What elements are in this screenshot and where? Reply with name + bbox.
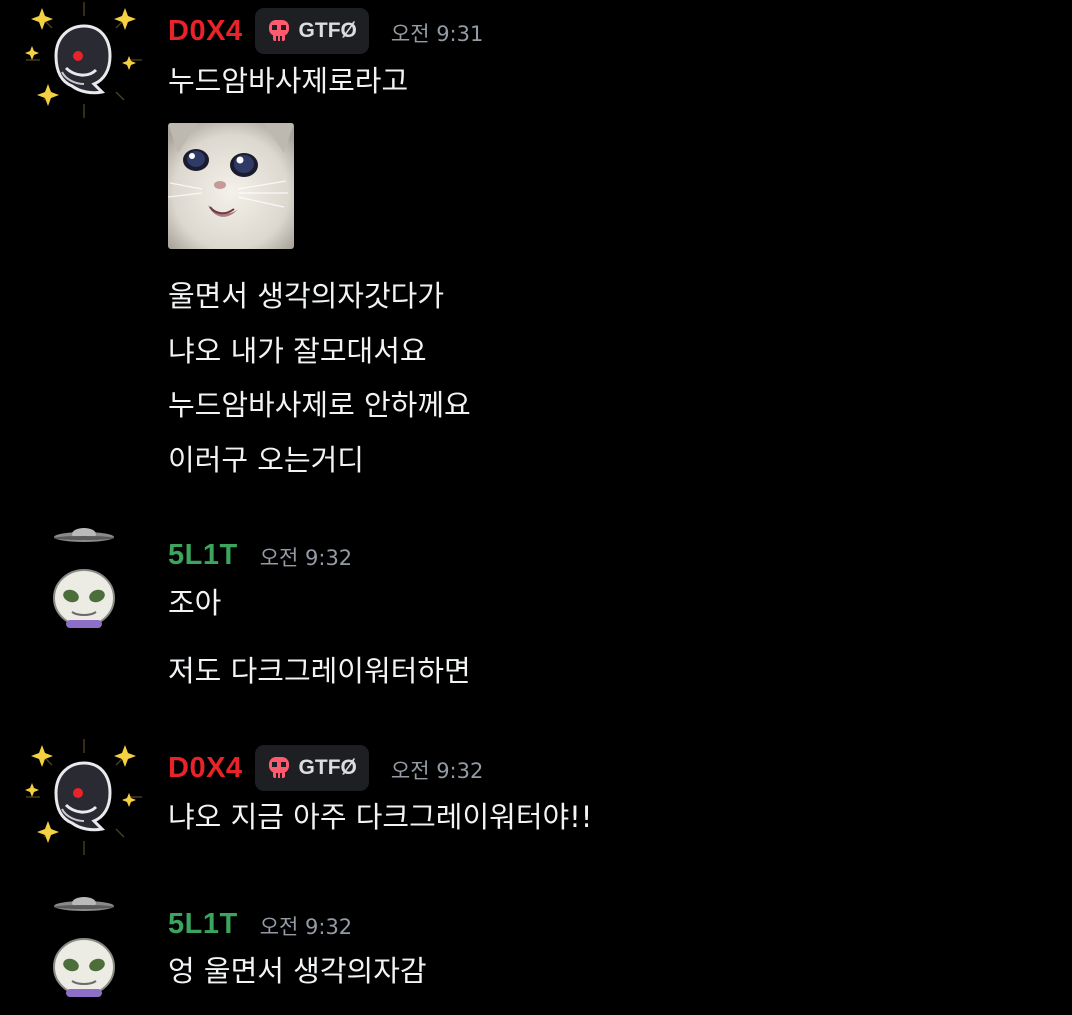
avatar[interactable] <box>22 735 146 859</box>
message-header: D0X4 GTFØ 오전 9:32 <box>168 743 483 793</box>
ufo-alien-avatar-icon <box>53 897 115 997</box>
role-tag[interactable]: GTFØ <box>254 8 369 54</box>
message-text: 누드암바사제로 안하께요 <box>168 388 471 422</box>
timestamp[interactable]: 오전 9:31 <box>391 18 483 48</box>
message-header: 5L1T 오전 9:32 <box>168 899 352 949</box>
username[interactable]: 5L1T <box>168 539 238 572</box>
message-text: 이러구 오는거디 <box>168 443 364 477</box>
message-text: 냐오 내가 잘모대서요 <box>168 334 427 368</box>
message-text: 냐오 지금 아주 다크그레이워터야!! <box>168 800 593 834</box>
message-text: 저도 다크그레이워터하면 <box>168 654 471 688</box>
timestamp[interactable]: 오전 9:32 <box>260 911 352 941</box>
role-tag[interactable]: GTFØ <box>254 745 369 791</box>
crying-cat-image[interactable] <box>168 123 294 249</box>
message-text: 조아 <box>168 586 222 620</box>
username[interactable]: 5L1T <box>168 908 238 941</box>
skull-icon <box>268 757 289 778</box>
avatar[interactable] <box>22 516 146 640</box>
message-text: 누드암바사제로라고 <box>168 64 409 98</box>
message-text: 엉 울면서 생각의자감 <box>168 954 427 988</box>
role-label: GTFØ <box>298 19 357 42</box>
message-header: 5L1T 오전 9:32 <box>168 530 352 580</box>
sparkle-avatar-icon <box>25 739 142 855</box>
message-header: D0X4 GTFØ 오전 9:31 <box>168 6 483 56</box>
role-label: GTFØ <box>298 756 357 779</box>
crying-cat-image-art <box>168 123 294 249</box>
skull-icon <box>268 20 289 41</box>
timestamp[interactable]: 오전 9:32 <box>391 755 483 785</box>
avatar[interactable] <box>22 0 146 122</box>
timestamp[interactable]: 오전 9:32 <box>260 542 352 572</box>
sparkle-avatar-icon <box>25 2 142 118</box>
username[interactable]: D0X4 <box>168 15 243 48</box>
username[interactable]: D0X4 <box>168 752 243 785</box>
ufo-alien-avatar-icon <box>53 528 115 628</box>
message-text: 울면서 생각의자갓다가 <box>168 279 445 313</box>
avatar[interactable] <box>22 885 146 1009</box>
